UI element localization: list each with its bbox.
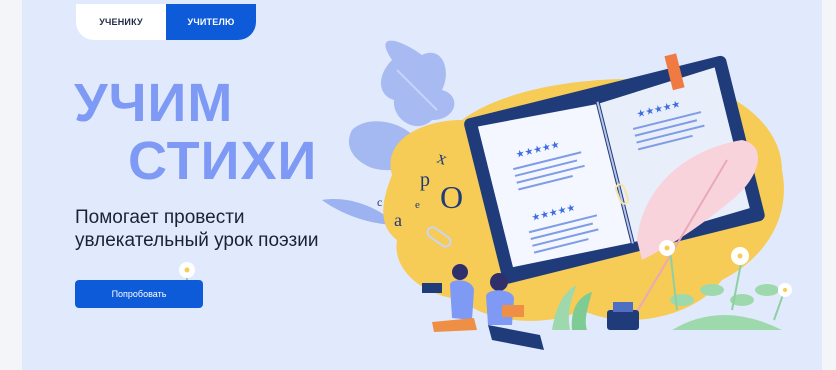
hero-title-line-2: СТИХИ	[128, 131, 318, 191]
hero-subtitle-line-2: увлекательный урок поэзии	[75, 230, 319, 251]
inkwell-shape	[607, 310, 639, 330]
floating-letter: О	[440, 179, 463, 215]
floating-letter: е	[415, 199, 420, 211]
audience-tabs: УЧЕНИКУ УЧИТЕЛЮ	[76, 4, 256, 40]
hero-subtitle: Помогает провести увлекательный урок поэ…	[75, 206, 375, 252]
promo-banner: ★★★★★ ★★★★★ ★★★★★ х р О с е а УЧЕНИКУ УЧ…	[22, 0, 822, 370]
floating-letter: а	[394, 210, 402, 230]
hero-subtitle-line-1: Помогает провести	[75, 207, 245, 228]
tab-teacher[interactable]: УЧИТЕЛЮ	[166, 4, 256, 40]
floating-letter: р	[420, 169, 430, 191]
hero-title: УЧИМ СТИХИ	[74, 76, 317, 188]
floating-letter: с	[377, 195, 382, 209]
leaf-shape	[380, 40, 455, 127]
hero-title-line-1: УЧИМ	[74, 73, 234, 133]
try-button[interactable]: Попробовать	[75, 280, 203, 308]
tab-student[interactable]: УЧЕНИКУ	[76, 4, 166, 40]
